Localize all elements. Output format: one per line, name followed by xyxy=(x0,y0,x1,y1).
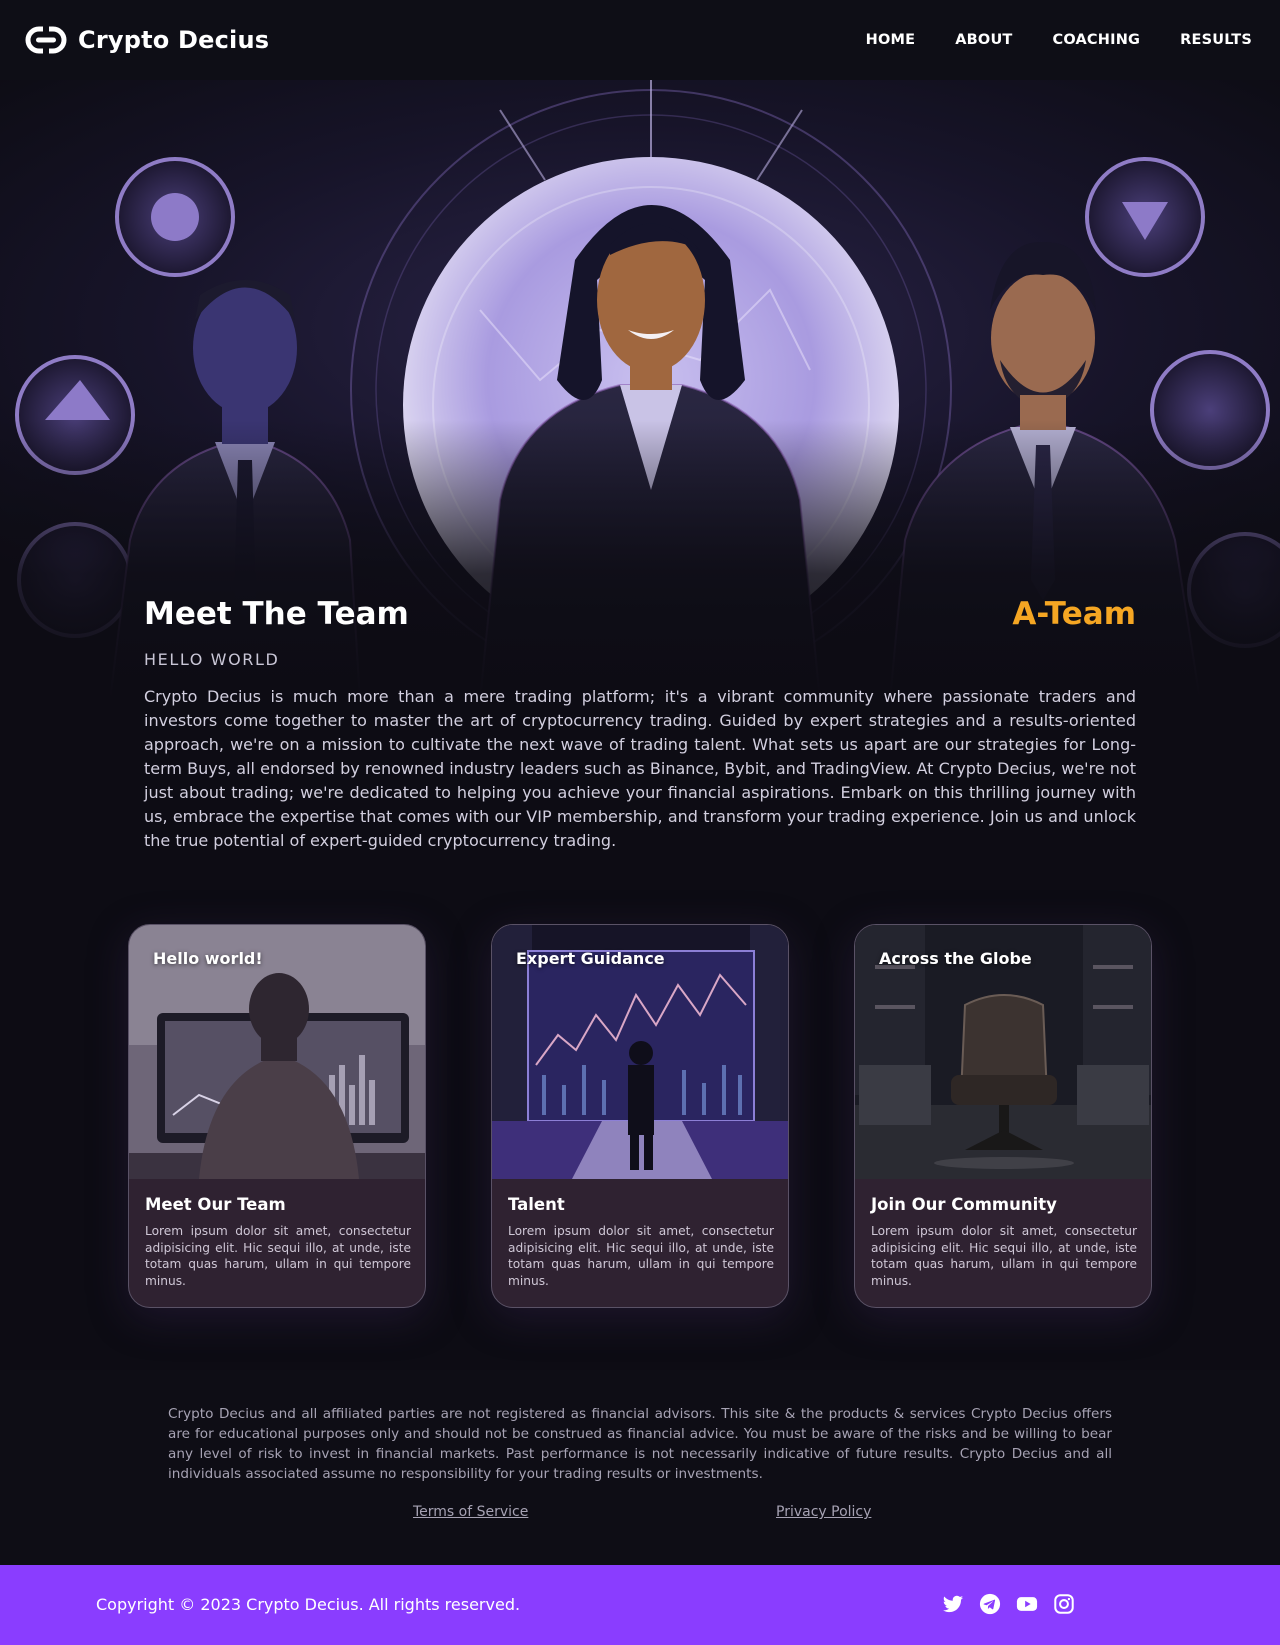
site-footer: Copyright © 2023 Crypto Decius. All righ… xyxy=(0,1565,1280,1645)
card-text: Lorem ipsum dolor sit amet, consectetur … xyxy=(871,1224,1137,1288)
card-overlay-title: Across the Globe xyxy=(879,949,1032,968)
card-overlay-title: Expert Guidance xyxy=(516,949,665,968)
card-title: Talent xyxy=(508,1195,565,1214)
card-join-our-community[interactable]: Across the Globe Join Our Community Lore… xyxy=(854,924,1152,1308)
card-title: Join Our Community xyxy=(871,1195,1057,1214)
card-meet-our-team[interactable]: Hello world! Meet Our Team Lorem ipsum d… xyxy=(128,924,426,1308)
intro-section: Meet The Team A-Team HELLO WORLD Crypto … xyxy=(144,596,1136,853)
privacy-policy-link[interactable]: Privacy Policy xyxy=(776,1504,871,1520)
nav-results[interactable]: RESULTS xyxy=(1180,32,1252,48)
card-overlay-title: Hello world! xyxy=(153,949,263,968)
intro-heading-row: Meet The Team A-Team xyxy=(144,596,1136,632)
nav-coaching[interactable]: COACHING xyxy=(1053,32,1141,48)
card-text: Lorem ipsum dolor sit amet, consectetur … xyxy=(508,1224,774,1288)
card-body: Talent Lorem ipsum dolor sit amet, conse… xyxy=(492,1179,788,1307)
intro-subtitle: HELLO WORLD xyxy=(144,650,280,669)
feature-cards: Hello world! Meet Our Team Lorem ipsum d… xyxy=(128,924,1152,1308)
main-nav: HOME ABOUT COACHING RESULTS xyxy=(866,32,1252,48)
nav-home[interactable]: HOME xyxy=(866,32,916,48)
twitter-icon[interactable] xyxy=(942,1593,964,1615)
terms-of-service-link[interactable]: Terms of Service xyxy=(413,1504,528,1520)
brand-name: Crypto Decius xyxy=(78,26,270,54)
copyright-text: Copyright © 2023 Crypto Decius. All righ… xyxy=(96,1595,521,1614)
accent-heading: A-Team xyxy=(1012,596,1136,632)
legal-links: Terms of Service Privacy Policy xyxy=(0,1504,1280,1524)
disclaimer-section: Crypto Decius and all affiliated parties… xyxy=(0,1370,1280,1565)
financial-disclaimer: Crypto Decius and all affiliated parties… xyxy=(168,1406,1112,1482)
social-links xyxy=(942,1593,1075,1615)
card-talent[interactable]: Expert Guidance Talent Lorem ipsum dolor… xyxy=(491,924,789,1308)
card-title: Meet Our Team xyxy=(145,1195,286,1214)
intro-paragraph: Crypto Decius is much more than a mere t… xyxy=(144,687,1136,850)
youtube-icon[interactable] xyxy=(1016,1593,1038,1615)
telegram-icon[interactable] xyxy=(979,1593,1001,1615)
instagram-icon[interactable] xyxy=(1053,1593,1075,1615)
nav-about[interactable]: ABOUT xyxy=(955,32,1012,48)
card-body: Join Our Community Lorem ipsum dolor sit… xyxy=(855,1179,1151,1307)
brand[interactable]: Crypto Decius xyxy=(25,26,269,54)
page-title: Meet The Team xyxy=(144,596,409,632)
site-header: Crypto Decius HOME ABOUT COACHING RESULT… xyxy=(0,0,1280,80)
link-logo-icon xyxy=(25,26,67,54)
card-text: Lorem ipsum dolor sit amet, consectetur … xyxy=(145,1224,411,1288)
card-body: Meet Our Team Lorem ipsum dolor sit amet… xyxy=(129,1179,425,1307)
